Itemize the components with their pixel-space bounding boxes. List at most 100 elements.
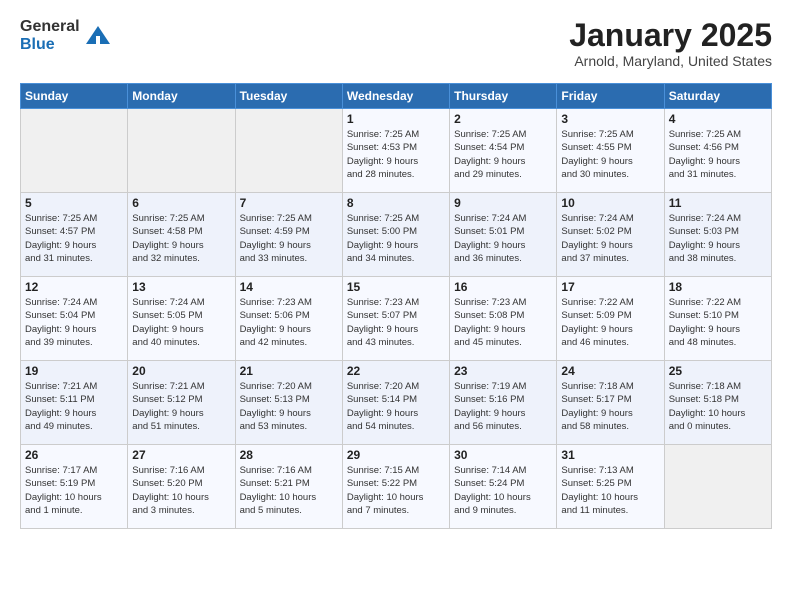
day-info: Sunrise: 7:14 AMSunset: 5:24 PMDaylight:… <box>454 464 552 517</box>
day-info: Sunrise: 7:16 AMSunset: 5:21 PMDaylight:… <box>240 464 338 517</box>
header: General Blue January 2025 Arnold, Maryla… <box>20 18 772 69</box>
day-number: 5 <box>25 196 123 210</box>
day-info: Sunrise: 7:21 AMSunset: 5:11 PMDaylight:… <box>25 380 123 433</box>
day-number: 8 <box>347 196 445 210</box>
day-info: Sunrise: 7:23 AMSunset: 5:08 PMDaylight:… <box>454 296 552 349</box>
day-number: 1 <box>347 112 445 126</box>
day-number: 31 <box>561 448 659 462</box>
calendar-cell: 10 Sunrise: 7:24 AMSunset: 5:02 PMDayligh… <box>557 193 664 277</box>
day-info: Sunrise: 7:22 AMSunset: 5:09 PMDaylight:… <box>561 296 659 349</box>
calendar-cell: 9 Sunrise: 7:24 AMSunset: 5:01 PMDaylight… <box>450 193 557 277</box>
day-info: Sunrise: 7:24 AMSunset: 5:05 PMDaylight:… <box>132 296 230 349</box>
calendar-cell: 25Sunrise: 7:18 AMSunset: 5:18 PMDayligh… <box>664 361 771 445</box>
day-info: Sunrise: 7:20 AMSunset: 5:13 PMDaylight:… <box>240 380 338 433</box>
day-number: 12 <box>25 280 123 294</box>
day-number: 10 <box>561 196 659 210</box>
calendar-cell: 26Sunrise: 7:17 AMSunset: 5:19 PMDayligh… <box>21 445 128 529</box>
logo-blue: Blue <box>20 36 80 54</box>
col-header-saturday: Saturday <box>664 84 771 109</box>
calendar-cell: 19Sunrise: 7:21 AMSunset: 5:11 PMDayligh… <box>21 361 128 445</box>
calendar-cell: 15 Sunrise: 7:23 AMSunset: 5:07 PMDayligh… <box>342 277 449 361</box>
calendar-cell: 8 Sunrise: 7:25 AMSunset: 5:00 PMDaylight… <box>342 193 449 277</box>
col-header-thursday: Thursday <box>450 84 557 109</box>
col-header-tuesday: Tuesday <box>235 84 342 109</box>
day-info: Sunrise: 7:25 AMSunset: 4:56 PMDaylight:… <box>669 128 767 181</box>
day-info: Sunrise: 7:24 AMSunset: 5:02 PMDaylight:… <box>561 212 659 265</box>
day-info: Sunrise: 7:24 AMSunset: 5:01 PMDaylight:… <box>454 212 552 265</box>
day-number: 20 <box>132 364 230 378</box>
day-info: Sunrise: 7:25 AMSunset: 4:57 PMDaylight:… <box>25 212 123 265</box>
day-info: Sunrise: 7:24 AMSunset: 5:03 PMDaylight:… <box>669 212 767 265</box>
logo-icon <box>84 22 112 50</box>
day-number: 21 <box>240 364 338 378</box>
calendar-cell: 31 Sunrise: 7:13 AMSunset: 5:25 PMDayligh… <box>557 445 664 529</box>
day-info: Sunrise: 7:13 AMSunset: 5:25 PMDaylight:… <box>561 464 659 517</box>
page: General Blue January 2025 Arnold, Maryla… <box>0 0 792 547</box>
calendar-cell: 1 Sunrise: 7:25 AMSunset: 4:53 PMDaylight… <box>342 109 449 193</box>
month-title: January 2025 <box>569 18 772 53</box>
day-number: 16 <box>454 280 552 294</box>
day-info: Sunrise: 7:24 AMSunset: 5:04 PMDaylight:… <box>25 296 123 349</box>
day-number: 2 <box>454 112 552 126</box>
col-header-wednesday: Wednesday <box>342 84 449 109</box>
calendar-cell: 18 Sunrise: 7:22 AMSunset: 5:10 PMDayligh… <box>664 277 771 361</box>
day-info: Sunrise: 7:16 AMSunset: 5:20 PMDaylight:… <box>132 464 230 517</box>
week-row-5: 26Sunrise: 7:17 AMSunset: 5:19 PMDayligh… <box>21 445 772 529</box>
col-header-friday: Friday <box>557 84 664 109</box>
day-number: 15 <box>347 280 445 294</box>
calendar-cell: 30 Sunrise: 7:14 AMSunset: 5:24 PMDayligh… <box>450 445 557 529</box>
calendar-cell: 20 Sunrise: 7:21 AMSunset: 5:12 PMDayligh… <box>128 361 235 445</box>
calendar-cell: 5 Sunrise: 7:25 AMSunset: 4:57 PMDaylight… <box>21 193 128 277</box>
day-info: Sunrise: 7:22 AMSunset: 5:10 PMDaylight:… <box>669 296 767 349</box>
day-number: 13 <box>132 280 230 294</box>
day-info: Sunrise: 7:23 AMSunset: 5:06 PMDaylight:… <box>240 296 338 349</box>
logo-text: General Blue <box>20 18 80 53</box>
calendar-cell <box>128 109 235 193</box>
day-number: 3 <box>561 112 659 126</box>
location: Arnold, Maryland, United States <box>569 53 772 69</box>
day-info: Sunrise: 7:21 AMSunset: 5:12 PMDaylight:… <box>132 380 230 433</box>
day-number: 4 <box>669 112 767 126</box>
day-info: Sunrise: 7:25 AMSunset: 4:58 PMDaylight:… <box>132 212 230 265</box>
calendar-cell: 28 Sunrise: 7:16 AMSunset: 5:21 PMDayligh… <box>235 445 342 529</box>
day-number: 11 <box>669 196 767 210</box>
title-block: January 2025 Arnold, Maryland, United St… <box>569 18 772 69</box>
day-number: 7 <box>240 196 338 210</box>
day-info: Sunrise: 7:25 AMSunset: 4:54 PMDaylight:… <box>454 128 552 181</box>
day-info: Sunrise: 7:18 AMSunset: 5:17 PMDaylight:… <box>561 380 659 433</box>
day-number: 28 <box>240 448 338 462</box>
day-info: Sunrise: 7:25 AMSunset: 4:53 PMDaylight:… <box>347 128 445 181</box>
day-number: 23 <box>454 364 552 378</box>
calendar-cell: 6Sunrise: 7:25 AMSunset: 4:58 PMDaylight… <box>128 193 235 277</box>
calendar-cell: 3Sunrise: 7:25 AMSunset: 4:55 PMDaylight… <box>557 109 664 193</box>
day-number: 22 <box>347 364 445 378</box>
day-info: Sunrise: 7:23 AMSunset: 5:07 PMDaylight:… <box>347 296 445 349</box>
logo: General Blue <box>20 18 112 53</box>
calendar-cell <box>21 109 128 193</box>
col-header-sunday: Sunday <box>21 84 128 109</box>
day-number: 26 <box>25 448 123 462</box>
calendar-cell: 11 Sunrise: 7:24 AMSunset: 5:03 PMDayligh… <box>664 193 771 277</box>
day-info: Sunrise: 7:25 AMSunset: 5:00 PMDaylight:… <box>347 212 445 265</box>
calendar-cell: 13 Sunrise: 7:24 AMSunset: 5:05 PMDayligh… <box>128 277 235 361</box>
col-header-monday: Monday <box>128 84 235 109</box>
calendar-cell: 22 Sunrise: 7:20 AMSunset: 5:14 PMDayligh… <box>342 361 449 445</box>
calendar-cell: 17Sunrise: 7:22 AMSunset: 5:09 PMDayligh… <box>557 277 664 361</box>
day-number: 29 <box>347 448 445 462</box>
calendar-cell: 7Sunrise: 7:25 AMSunset: 4:59 PMDaylight… <box>235 193 342 277</box>
calendar-cell: 29 Sunrise: 7:15 AMSunset: 5:22 PMDayligh… <box>342 445 449 529</box>
day-info: Sunrise: 7:15 AMSunset: 5:22 PMDaylight:… <box>347 464 445 517</box>
calendar-cell <box>664 445 771 529</box>
day-number: 25 <box>669 364 767 378</box>
header-row: SundayMondayTuesdayWednesdayThursdayFrid… <box>21 84 772 109</box>
calendar-cell: 23Sunrise: 7:19 AMSunset: 5:16 PMDayligh… <box>450 361 557 445</box>
day-number: 24 <box>561 364 659 378</box>
day-number: 9 <box>454 196 552 210</box>
day-info: Sunrise: 7:20 AMSunset: 5:14 PMDaylight:… <box>347 380 445 433</box>
day-number: 27 <box>132 448 230 462</box>
calendar-cell <box>235 109 342 193</box>
day-number: 18 <box>669 280 767 294</box>
day-number: 30 <box>454 448 552 462</box>
calendar-cell: 24 Sunrise: 7:18 AMSunset: 5:17 PMDayligh… <box>557 361 664 445</box>
calendar-cell: 16 Sunrise: 7:23 AMSunset: 5:08 PMDayligh… <box>450 277 557 361</box>
